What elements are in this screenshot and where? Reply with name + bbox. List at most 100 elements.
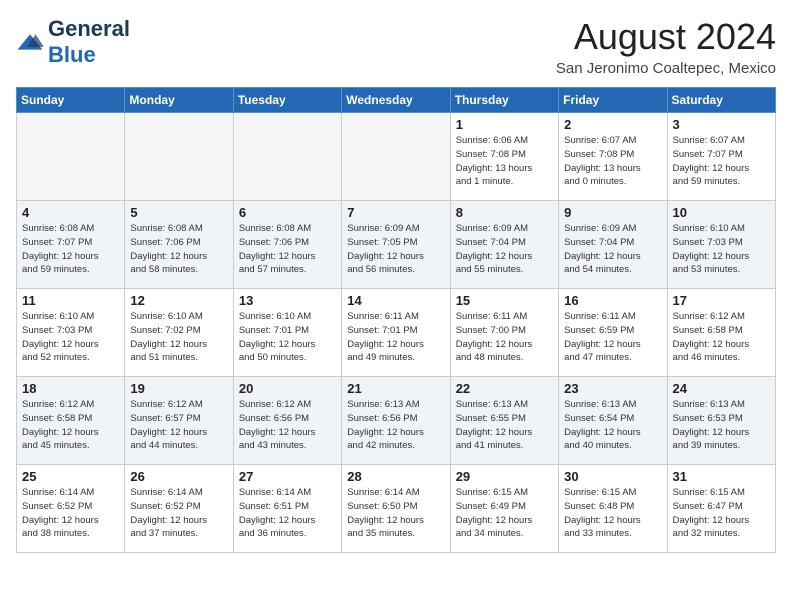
logo-area: General Blue	[16, 16, 130, 68]
day-info: Sunrise: 6:13 AM Sunset: 6:55 PM Dayligh…	[456, 398, 553, 453]
day-header-tuesday: Tuesday	[233, 88, 341, 113]
day-header-thursday: Thursday	[450, 88, 558, 113]
calendar-cell: 9 Sunrise: 6:09 AM Sunset: 7:04 PM Daylig…	[559, 201, 667, 289]
calendar-cell: 17Sunrise: 6:12 AM Sunset: 6:58 PM Dayli…	[667, 289, 775, 377]
day-info: Sunrise: 6:15 AM Sunset: 6:48 PM Dayligh…	[564, 486, 661, 541]
day-info: Sunrise: 6:15 AM Sunset: 6:49 PM Dayligh…	[456, 486, 553, 541]
calendar-cell	[233, 113, 341, 201]
calendar-cell: 10 Sunrise: 6:10 AM Sunset: 7:03 PM Dayli…	[667, 201, 775, 289]
day-number: 12	[130, 293, 227, 308]
day-number: 23	[564, 381, 661, 396]
day-number: 21	[347, 381, 444, 396]
day-info: Sunrise: 6:10 AM Sunset: 7:03 PM Dayligh…	[673, 222, 770, 277]
calendar-cell: 29Sunrise: 6:15 AM Sunset: 6:49 PM Dayli…	[450, 465, 558, 553]
calendar-cell: 27 Sunrise: 6:14 AM Sunset: 6:51 PM Dayli…	[233, 465, 341, 553]
calendar-cell: 22 Sunrise: 6:13 AM Sunset: 6:55 PM Dayli…	[450, 377, 558, 465]
day-number: 31	[673, 469, 770, 484]
logo-text: General Blue	[48, 16, 130, 68]
day-info: Sunrise: 6:07 AM Sunset: 7:07 PM Dayligh…	[673, 134, 770, 189]
day-info: Sunrise: 6:14 AM Sunset: 6:52 PM Dayligh…	[22, 486, 119, 541]
month-title: August 2024	[556, 16, 776, 58]
day-info: Sunrise: 6:09 AM Sunset: 7:04 PM Dayligh…	[564, 222, 661, 277]
calendar-cell: 24Sunrise: 6:13 AM Sunset: 6:53 PM Dayli…	[667, 377, 775, 465]
day-info: Sunrise: 6:08 AM Sunset: 7:07 PM Dayligh…	[22, 222, 119, 277]
day-number: 15	[456, 293, 553, 308]
day-info: Sunrise: 6:14 AM Sunset: 6:51 PM Dayligh…	[239, 486, 336, 541]
day-header-saturday: Saturday	[667, 88, 775, 113]
day-info: Sunrise: 6:09 AM Sunset: 7:05 PM Dayligh…	[347, 222, 444, 277]
day-number: 25	[22, 469, 119, 484]
calendar-cell: 21 Sunrise: 6:13 AM Sunset: 6:56 PM Dayli…	[342, 377, 450, 465]
day-number: 27	[239, 469, 336, 484]
calendar-cell	[125, 113, 233, 201]
day-number: 22	[456, 381, 553, 396]
day-info: Sunrise: 6:08 AM Sunset: 7:06 PM Dayligh…	[130, 222, 227, 277]
day-number: 10	[673, 205, 770, 220]
title-area: August 2024 San Jeronimo Coaltepec, Mexi…	[556, 16, 776, 77]
calendar-cell: 6 Sunrise: 6:08 AM Sunset: 7:06 PM Daylig…	[233, 201, 341, 289]
day-number: 4	[22, 205, 119, 220]
calendar-cell	[342, 113, 450, 201]
calendar-cell: 30 Sunrise: 6:15 AM Sunset: 6:48 PM Dayli…	[559, 465, 667, 553]
calendar-header-row: SundayMondayTuesdayWednesdayThursdayFrid…	[17, 88, 776, 113]
day-info: Sunrise: 6:10 AM Sunset: 7:03 PM Dayligh…	[22, 310, 119, 365]
day-number: 18	[22, 381, 119, 396]
day-info: Sunrise: 6:06 AM Sunset: 7:08 PM Dayligh…	[456, 134, 553, 189]
calendar-cell: 14Sunrise: 6:11 AM Sunset: 7:01 PM Dayli…	[342, 289, 450, 377]
calendar-cell: 18 Sunrise: 6:12 AM Sunset: 6:58 PM Dayli…	[17, 377, 125, 465]
calendar-cell: 26Sunrise: 6:14 AM Sunset: 6:52 PM Dayli…	[125, 465, 233, 553]
logo-icon	[16, 33, 44, 51]
day-number: 6	[239, 205, 336, 220]
day-info: Sunrise: 6:12 AM Sunset: 6:57 PM Dayligh…	[130, 398, 227, 453]
day-header-wednesday: Wednesday	[342, 88, 450, 113]
calendar-cell: 5Sunrise: 6:08 AM Sunset: 7:06 PM Daylig…	[125, 201, 233, 289]
day-info: Sunrise: 6:12 AM Sunset: 6:56 PM Dayligh…	[239, 398, 336, 453]
calendar-cell: 23 Sunrise: 6:13 AM Sunset: 6:54 PM Dayli…	[559, 377, 667, 465]
day-info: Sunrise: 6:08 AM Sunset: 7:06 PM Dayligh…	[239, 222, 336, 277]
day-header-monday: Monday	[125, 88, 233, 113]
calendar-cell: 2 Sunrise: 6:07 AM Sunset: 7:08 PM Daylig…	[559, 113, 667, 201]
day-info: Sunrise: 6:13 AM Sunset: 6:56 PM Dayligh…	[347, 398, 444, 453]
day-info: Sunrise: 6:12 AM Sunset: 6:58 PM Dayligh…	[22, 398, 119, 453]
day-number: 19	[130, 381, 227, 396]
calendar-cell: 25 Sunrise: 6:14 AM Sunset: 6:52 PM Dayli…	[17, 465, 125, 553]
day-number: 8	[456, 205, 553, 220]
day-header-friday: Friday	[559, 88, 667, 113]
calendar-cell: 4 Sunrise: 6:08 AM Sunset: 7:07 PM Daylig…	[17, 201, 125, 289]
day-info: Sunrise: 6:15 AM Sunset: 6:47 PM Dayligh…	[673, 486, 770, 541]
day-header-sunday: Sunday	[17, 88, 125, 113]
calendar-week-row: 4 Sunrise: 6:08 AM Sunset: 7:07 PM Daylig…	[17, 201, 776, 289]
day-info: Sunrise: 6:07 AM Sunset: 7:08 PM Dayligh…	[564, 134, 661, 189]
day-number: 9	[564, 205, 661, 220]
calendar-cell: 3 Sunrise: 6:07 AM Sunset: 7:07 PM Daylig…	[667, 113, 775, 201]
day-info: Sunrise: 6:11 AM Sunset: 6:59 PM Dayligh…	[564, 310, 661, 365]
day-info: Sunrise: 6:13 AM Sunset: 6:54 PM Dayligh…	[564, 398, 661, 453]
day-number: 13	[239, 293, 336, 308]
day-number: 2	[564, 117, 661, 132]
day-number: 20	[239, 381, 336, 396]
calendar-cell: 15Sunrise: 6:11 AM Sunset: 7:00 PM Dayli…	[450, 289, 558, 377]
day-info: Sunrise: 6:10 AM Sunset: 7:01 PM Dayligh…	[239, 310, 336, 365]
calendar-cell: 28 Sunrise: 6:14 AM Sunset: 6:50 PM Dayli…	[342, 465, 450, 553]
calendar-table: SundayMondayTuesdayWednesdayThursdayFrid…	[16, 87, 776, 553]
day-info: Sunrise: 6:10 AM Sunset: 7:02 PM Dayligh…	[130, 310, 227, 365]
calendar-cell: 31 Sunrise: 6:15 AM Sunset: 6:47 PM Dayli…	[667, 465, 775, 553]
day-number: 28	[347, 469, 444, 484]
day-number: 3	[673, 117, 770, 132]
day-number: 14	[347, 293, 444, 308]
location-title: San Jeronimo Coaltepec, Mexico	[556, 60, 776, 77]
calendar-cell: 1Sunrise: 6:06 AM Sunset: 7:08 PM Daylig…	[450, 113, 558, 201]
day-info: Sunrise: 6:14 AM Sunset: 6:50 PM Dayligh…	[347, 486, 444, 541]
day-info: Sunrise: 6:09 AM Sunset: 7:04 PM Dayligh…	[456, 222, 553, 277]
day-number: 26	[130, 469, 227, 484]
calendar-cell: 16 Sunrise: 6:11 AM Sunset: 6:59 PM Dayli…	[559, 289, 667, 377]
day-number: 7	[347, 205, 444, 220]
calendar-cell: 8 Sunrise: 6:09 AM Sunset: 7:04 PM Daylig…	[450, 201, 558, 289]
calendar-week-row: 25 Sunrise: 6:14 AM Sunset: 6:52 PM Dayli…	[17, 465, 776, 553]
calendar-cell: 13 Sunrise: 6:10 AM Sunset: 7:01 PM Dayli…	[233, 289, 341, 377]
calendar-week-row: 18 Sunrise: 6:12 AM Sunset: 6:58 PM Dayli…	[17, 377, 776, 465]
day-number: 16	[564, 293, 661, 308]
calendar-cell: 12 Sunrise: 6:10 AM Sunset: 7:02 PM Dayli…	[125, 289, 233, 377]
calendar-cell: 7 Sunrise: 6:09 AM Sunset: 7:05 PM Daylig…	[342, 201, 450, 289]
day-number: 30	[564, 469, 661, 484]
